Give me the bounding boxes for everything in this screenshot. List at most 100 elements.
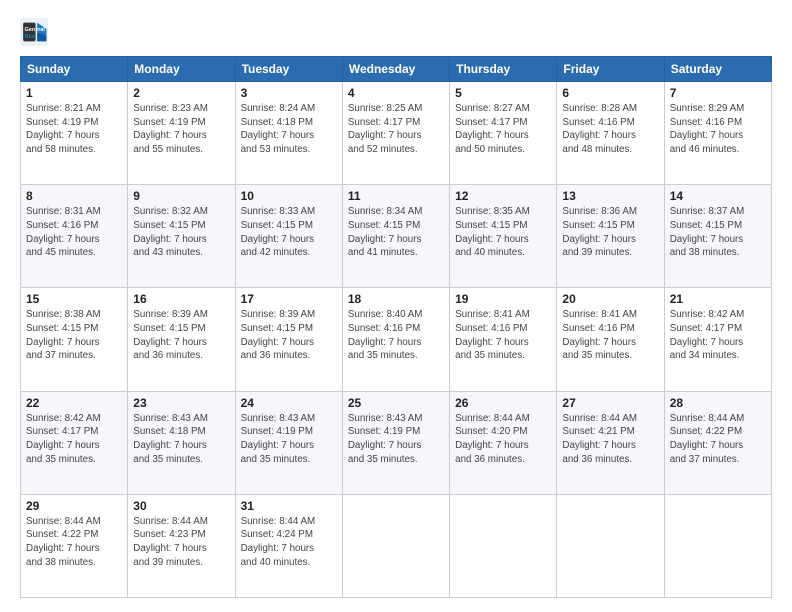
daylight-label: Daylight: 7 hours [670, 130, 744, 141]
day-number: 26 [455, 396, 551, 410]
calendar-cell: 16 Sunrise: 8:39 AM Sunset: 4:15 PM Dayl… [128, 288, 235, 391]
calendar-body: 1 Sunrise: 8:21 AM Sunset: 4:19 PM Dayli… [21, 82, 772, 598]
daylight-label: Daylight: 7 hours [670, 440, 744, 451]
day-number: 19 [455, 292, 551, 306]
svg-text:General: General [25, 27, 46, 33]
day-info: Sunrise: 8:24 AM Sunset: 4:18 PM Dayligh… [241, 102, 337, 157]
sunset-label: Sunset: 4:18 PM [133, 426, 205, 437]
daylight-minutes: and 36 minutes. [133, 350, 203, 361]
daylight-minutes: and 55 minutes. [133, 144, 203, 155]
sunrise-label: Sunrise: 8:37 AM [670, 206, 745, 217]
daylight-label: Daylight: 7 hours [26, 337, 100, 348]
calendar-cell: 12 Sunrise: 8:35 AM Sunset: 4:15 PM Dayl… [450, 185, 557, 288]
daylight-minutes: and 35 minutes. [241, 454, 311, 465]
sunset-label: Sunset: 4:17 PM [670, 323, 742, 334]
calendar-cell: 15 Sunrise: 8:38 AM Sunset: 4:15 PM Dayl… [21, 288, 128, 391]
sunset-label: Sunset: 4:17 PM [455, 117, 527, 128]
calendar-cell: 26 Sunrise: 8:44 AM Sunset: 4:20 PM Dayl… [450, 391, 557, 494]
calendar-cell: 8 Sunrise: 8:31 AM Sunset: 4:16 PM Dayli… [21, 185, 128, 288]
sunset-label: Sunset: 4:16 PM [670, 117, 742, 128]
day-info: Sunrise: 8:44 AM Sunset: 4:22 PM Dayligh… [670, 412, 766, 467]
sunset-label: Sunset: 4:16 PM [562, 323, 634, 334]
calendar-cell: 10 Sunrise: 8:33 AM Sunset: 4:15 PM Dayl… [235, 185, 342, 288]
sunrise-label: Sunrise: 8:28 AM [562, 103, 637, 114]
day-number: 7 [670, 86, 766, 100]
daylight-minutes: and 35 minutes. [133, 454, 203, 465]
day-info: Sunrise: 8:21 AM Sunset: 4:19 PM Dayligh… [26, 102, 122, 157]
calendar-cell: 22 Sunrise: 8:42 AM Sunset: 4:17 PM Dayl… [21, 391, 128, 494]
sunrise-label: Sunrise: 8:29 AM [670, 103, 745, 114]
calendar-cell: 30 Sunrise: 8:44 AM Sunset: 4:23 PM Dayl… [128, 494, 235, 597]
calendar-cell: 19 Sunrise: 8:41 AM Sunset: 4:16 PM Dayl… [450, 288, 557, 391]
daylight-label: Daylight: 7 hours [26, 543, 100, 554]
day-info: Sunrise: 8:43 AM Sunset: 4:19 PM Dayligh… [348, 412, 444, 467]
day-info: Sunrise: 8:32 AM Sunset: 4:15 PM Dayligh… [133, 205, 229, 260]
sunset-label: Sunset: 4:16 PM [562, 117, 634, 128]
daylight-label: Daylight: 7 hours [348, 440, 422, 451]
day-number: 29 [26, 499, 122, 513]
day-number: 20 [562, 292, 658, 306]
daylight-minutes: and 37 minutes. [670, 454, 740, 465]
calendar-cell: 11 Sunrise: 8:34 AM Sunset: 4:15 PM Dayl… [342, 185, 449, 288]
col-friday: Friday [557, 57, 664, 82]
day-number: 31 [241, 499, 337, 513]
day-number: 5 [455, 86, 551, 100]
logo: General Blue [20, 18, 52, 46]
sunset-label: Sunset: 4:23 PM [133, 529, 205, 540]
sunrise-label: Sunrise: 8:44 AM [670, 413, 745, 424]
daylight-label: Daylight: 7 hours [241, 130, 315, 141]
col-wednesday: Wednesday [342, 57, 449, 82]
daylight-minutes: and 53 minutes. [241, 144, 311, 155]
sunrise-label: Sunrise: 8:32 AM [133, 206, 208, 217]
sunset-label: Sunset: 4:16 PM [455, 323, 527, 334]
sunrise-label: Sunrise: 8:27 AM [455, 103, 530, 114]
sunrise-label: Sunrise: 8:34 AM [348, 206, 423, 217]
daylight-minutes: and 48 minutes. [562, 144, 632, 155]
day-number: 27 [562, 396, 658, 410]
calendar-week-1: 8 Sunrise: 8:31 AM Sunset: 4:16 PM Dayli… [21, 185, 772, 288]
sunrise-label: Sunrise: 8:25 AM [348, 103, 423, 114]
sunset-label: Sunset: 4:24 PM [241, 529, 313, 540]
day-number: 8 [26, 189, 122, 203]
daylight-minutes: and 36 minutes. [241, 350, 311, 361]
day-number: 1 [26, 86, 122, 100]
col-monday: Monday [128, 57, 235, 82]
calendar-cell: 20 Sunrise: 8:41 AM Sunset: 4:16 PM Dayl… [557, 288, 664, 391]
day-info: Sunrise: 8:44 AM Sunset: 4:22 PM Dayligh… [26, 515, 122, 570]
sunrise-label: Sunrise: 8:39 AM [133, 309, 208, 320]
daylight-minutes: and 39 minutes. [562, 247, 632, 258]
calendar-week-4: 29 Sunrise: 8:44 AM Sunset: 4:22 PM Dayl… [21, 494, 772, 597]
sunrise-label: Sunrise: 8:24 AM [241, 103, 316, 114]
daylight-label: Daylight: 7 hours [26, 130, 100, 141]
sunset-label: Sunset: 4:17 PM [26, 426, 98, 437]
sunset-label: Sunset: 4:16 PM [348, 323, 420, 334]
sunrise-label: Sunrise: 8:40 AM [348, 309, 423, 320]
daylight-label: Daylight: 7 hours [241, 337, 315, 348]
daylight-minutes: and 36 minutes. [455, 454, 525, 465]
sunset-label: Sunset: 4:20 PM [455, 426, 527, 437]
daylight-label: Daylight: 7 hours [133, 337, 207, 348]
day-number: 21 [670, 292, 766, 306]
sunset-label: Sunset: 4:22 PM [670, 426, 742, 437]
daylight-label: Daylight: 7 hours [455, 440, 529, 451]
col-sunday: Sunday [21, 57, 128, 82]
calendar-cell: 3 Sunrise: 8:24 AM Sunset: 4:18 PM Dayli… [235, 82, 342, 185]
sunrise-label: Sunrise: 8:43 AM [348, 413, 423, 424]
sunset-label: Sunset: 4:19 PM [348, 426, 420, 437]
sunset-label: Sunset: 4:15 PM [348, 220, 420, 231]
daylight-minutes: and 35 minutes. [348, 350, 418, 361]
day-info: Sunrise: 8:41 AM Sunset: 4:16 PM Dayligh… [562, 308, 658, 363]
daylight-label: Daylight: 7 hours [26, 234, 100, 245]
page: General Blue Sunday Monday Tuesday Wedne… [0, 0, 792, 612]
calendar-cell: 21 Sunrise: 8:42 AM Sunset: 4:17 PM Dayl… [664, 288, 771, 391]
col-tuesday: Tuesday [235, 57, 342, 82]
day-info: Sunrise: 8:31 AM Sunset: 4:16 PM Dayligh… [26, 205, 122, 260]
calendar-cell: 1 Sunrise: 8:21 AM Sunset: 4:19 PM Dayli… [21, 82, 128, 185]
daylight-label: Daylight: 7 hours [455, 130, 529, 141]
day-number: 28 [670, 396, 766, 410]
day-number: 14 [670, 189, 766, 203]
sunset-label: Sunset: 4:15 PM [455, 220, 527, 231]
daylight-minutes: and 36 minutes. [562, 454, 632, 465]
daylight-minutes: and 50 minutes. [455, 144, 525, 155]
sunset-label: Sunset: 4:19 PM [241, 426, 313, 437]
